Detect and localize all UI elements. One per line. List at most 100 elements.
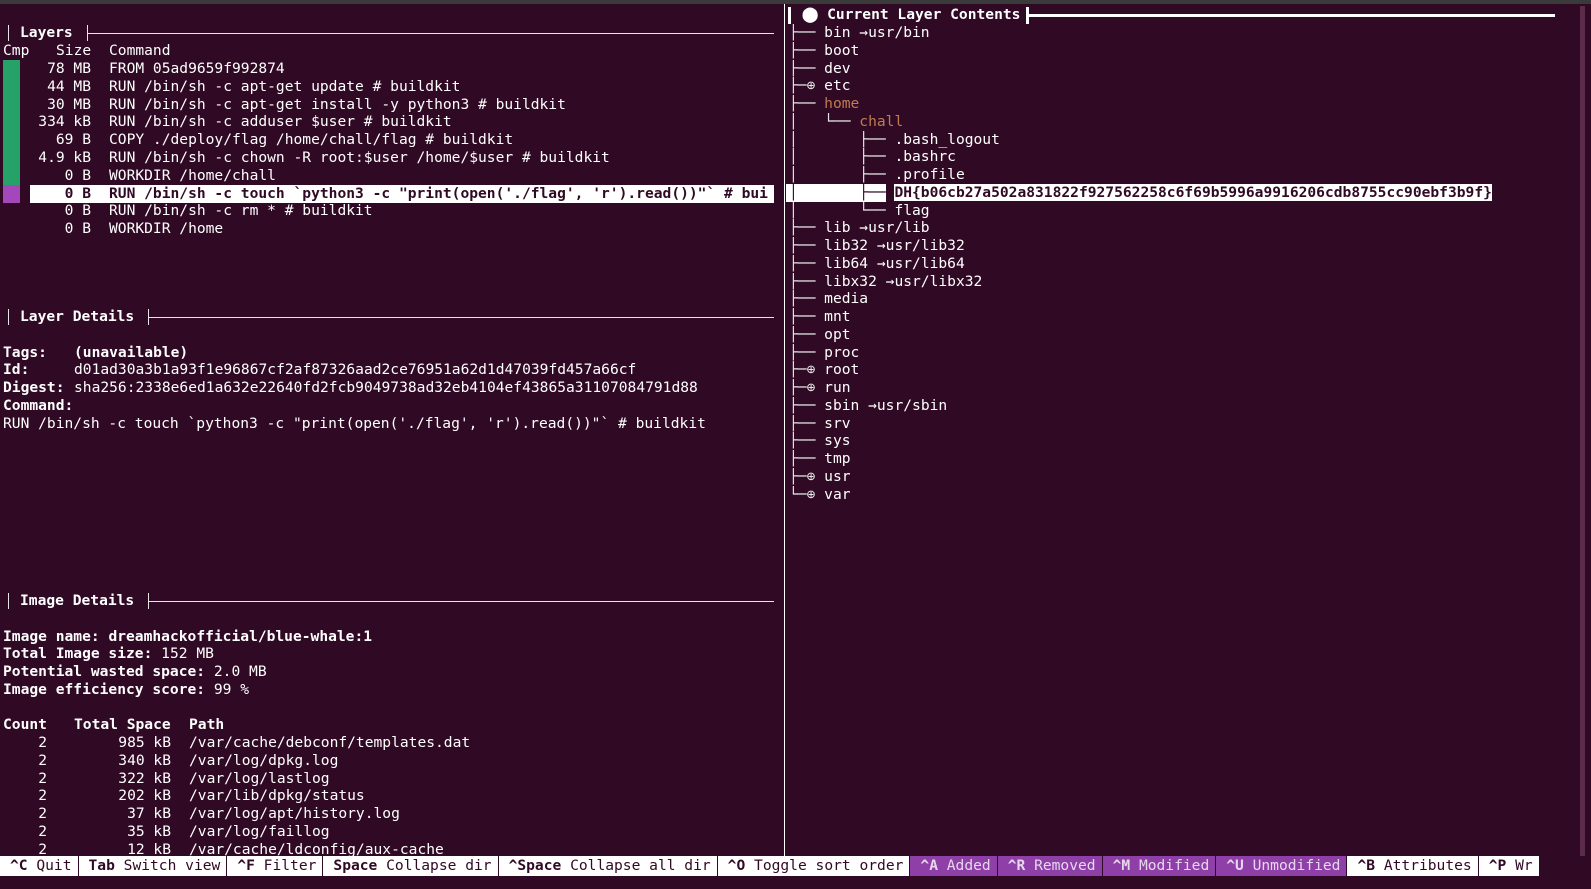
tree-entry-name[interactable]: libx32 — [824, 273, 877, 290]
tree-entry-name[interactable]: .bash_logout — [894, 131, 999, 148]
footer-key-label: Modified — [1130, 857, 1210, 874]
tree-entry[interactable]: │ ├── DH{b06cb27a502a831822f927562258c6f… — [789, 183, 1492, 202]
footer-key-ctrl-u[interactable]: ^U Unmodified — [1216, 856, 1348, 876]
footer-key-ctrl-r[interactable]: ^R Removed — [997, 856, 1103, 876]
layer-command[interactable]: RUN /bin/sh -c apt-get install -y python… — [109, 96, 774, 114]
tree-entry[interactable]: ├── proc — [789, 344, 859, 362]
layer-command: RUN /bin/sh -c touch `python3 -c "print(… — [109, 184, 768, 202]
tree-entry[interactable]: ├─⊕ root — [789, 361, 859, 379]
layer-command[interactable]: WORKDIR /home — [109, 220, 774, 238]
tree-entry-name[interactable]: .profile — [894, 166, 964, 183]
tree-entry-name[interactable]: mnt — [824, 308, 850, 325]
tree-entry-name[interactable]: boot — [824, 42, 859, 59]
footer-key-ctrl-o[interactable]: ^O Toggle sort order — [717, 856, 911, 876]
layer-row-selected[interactable]: 0 B RUN /bin/sh -c touch `python3 -c "pri… — [30, 184, 774, 203]
footer-key-ctrl-m[interactable]: ^M Modified — [1102, 856, 1217, 876]
tree-entry-name[interactable]: dev — [824, 60, 850, 77]
tree-entry-name[interactable]: lib64 — [824, 255, 868, 272]
footer-key-label: Collapse all dir — [561, 857, 711, 874]
footer-key-ctrl-a[interactable]: ^A Added — [910, 856, 998, 876]
tree-entry[interactable]: │ └── flag — [789, 202, 930, 220]
tree-entry-name[interactable]: etc — [824, 77, 850, 94]
tree-entry-name[interactable]: run — [824, 379, 850, 396]
tree-entry[interactable]: ├── tmp — [789, 450, 851, 468]
tree-entry[interactable]: ├── srv — [789, 415, 851, 433]
layer-command[interactable]: WORKDIR /home/chall — [109, 167, 774, 185]
tree-entry[interactable]: ├── lib →usr/lib — [789, 219, 930, 237]
image-size-label: Total Image size: — [3, 645, 153, 662]
footer-key-ctrl-space[interactable]: ^Space Collapse all dir — [498, 856, 718, 876]
wasted-path[interactable]: /var/log/faillog — [189, 823, 330, 841]
terminal-scrollbar[interactable] — [1580, 6, 1585, 856]
tree-entry[interactable]: │ ├── .bash_logout — [789, 131, 1000, 149]
symlink-arrow-icon: → — [868, 237, 886, 254]
tree-branch: │ ├── — [789, 166, 895, 183]
tree-entry-name[interactable]: tmp — [824, 450, 850, 467]
tree-entry[interactable]: ├── opt — [789, 326, 851, 344]
tree-entry-name[interactable]: root — [824, 361, 859, 378]
tree-entry[interactable]: │ ├── .profile — [789, 166, 965, 184]
layers-title-left-border — [8, 25, 9, 41]
tree-entry[interactable]: └─⊕ var — [789, 486, 851, 504]
tree-entry[interactable]: ├── media — [789, 290, 868, 308]
tree-entry-name[interactable]: var — [824, 486, 850, 503]
footer-key-space[interactable]: Space Collapse dir — [323, 856, 499, 876]
tree-entry[interactable]: ├── bin →usr/bin — [789, 24, 930, 42]
tree-branch: ├── — [789, 95, 825, 112]
tree-entry[interactable]: ├── home — [789, 95, 859, 113]
tree-entry[interactable]: ├── lib32 →usr/lib32 — [789, 237, 965, 255]
layer-command[interactable]: COPY ./deploy/flag /home/chall/flag # bu… — [109, 131, 774, 149]
id-value: d01ad30a3b1a93f1e96867cf2af87326aad2ce76… — [74, 361, 637, 378]
wasted-path[interactable]: /var/log/apt/history.log — [189, 805, 400, 823]
tree-entry[interactable]: │ ├── .bashrc — [789, 148, 956, 166]
tree-entry-name[interactable]: .bashrc — [894, 148, 956, 165]
layer-command[interactable]: RUN /bin/sh -c rm * # buildkit — [109, 202, 774, 220]
layer-command[interactable]: RUN /bin/sh -c adduser $user # buildkit — [109, 113, 774, 131]
tree-branch: ├── — [789, 219, 825, 237]
layer-details-title-left-border — [8, 309, 9, 325]
image-name-value: dreamhackofficial/blue-whale:1 — [108, 628, 373, 645]
tree-entry-name[interactable]: srv — [824, 415, 850, 432]
tree-entry[interactable]: ├── mnt — [789, 308, 851, 326]
tree-entry-name[interactable]: lib32 — [824, 237, 868, 254]
tree-entry-name[interactable]: flag — [894, 202, 929, 219]
tree-entry[interactable]: ├── lib64 →usr/lib64 — [789, 255, 965, 273]
wasted-path[interactable]: /var/log/dpkg.log — [189, 752, 338, 770]
tree-entry-name[interactable]: home — [824, 95, 859, 112]
tree-entry[interactable]: ├── libx32 →usr/libx32 — [789, 273, 982, 291]
tree-entry-name[interactable]: lib — [824, 219, 850, 236]
tree-entry[interactable]: ├─⊕ etc — [789, 77, 851, 95]
tree-entry[interactable]: ├── dev — [789, 60, 851, 78]
layer-details-title-rule — [149, 317, 774, 318]
tree-entry-name[interactable]: usr — [824, 468, 850, 485]
tree-entry[interactable]: ├─⊕ usr — [789, 468, 851, 486]
layer-command[interactable]: FROM 05ad9659f992874 — [109, 60, 774, 78]
layer-cmp-indicator — [3, 77, 20, 96]
col-header-command: Command — [109, 42, 171, 59]
footer-key-label: Wr — [1506, 857, 1533, 874]
tree-entry[interactable]: │ └── chall — [789, 113, 903, 131]
wasted-path[interactable]: /var/log/lastlog — [189, 770, 330, 788]
tree-entry-name[interactable]: opt — [824, 326, 850, 343]
tree-entry-name[interactable]: sys — [824, 432, 850, 449]
tree-entry-name[interactable]: chall — [859, 113, 903, 130]
tree-branch: ├── — [789, 450, 825, 467]
tree-entry[interactable]: ├── boot — [789, 42, 859, 60]
layer-command[interactable]: RUN /bin/sh -c apt-get update # buildkit — [109, 78, 774, 96]
wasted-path[interactable]: /var/cache/debconf/templates.dat — [189, 734, 470, 752]
footer-key-tab[interactable]: Tab Switch view — [78, 856, 228, 876]
tree-entry[interactable]: ├── sys — [789, 432, 851, 450]
footer-key-ctrl-c[interactable]: ^C Quit — [0, 856, 79, 876]
tree-entry-name[interactable]: media — [824, 290, 868, 307]
layer-command[interactable]: RUN /bin/sh -c chown -R root:$user /home… — [109, 149, 774, 167]
footer-key-ctrl-f[interactable]: ^F Filter — [227, 856, 324, 876]
tree-entry-name[interactable]: proc — [824, 344, 859, 361]
tree-entry-name[interactable]: DH{b06cb27a502a831822f927562258c6f69b599… — [894, 183, 1492, 201]
footer-key-ctrl-p[interactable]: ^P Wr — [1478, 856, 1540, 876]
tree-entry[interactable]: ├── sbin →usr/sbin — [789, 397, 947, 415]
tree-entry-name[interactable]: bin — [824, 24, 850, 41]
footer-key-ctrl-b[interactable]: ^B Attributes — [1347, 856, 1479, 876]
tree-entry-name[interactable]: sbin — [824, 397, 859, 414]
tree-entry[interactable]: ├─⊕ run — [789, 379, 851, 397]
wasted-path[interactable]: /var/lib/dpkg/status — [189, 787, 365, 805]
